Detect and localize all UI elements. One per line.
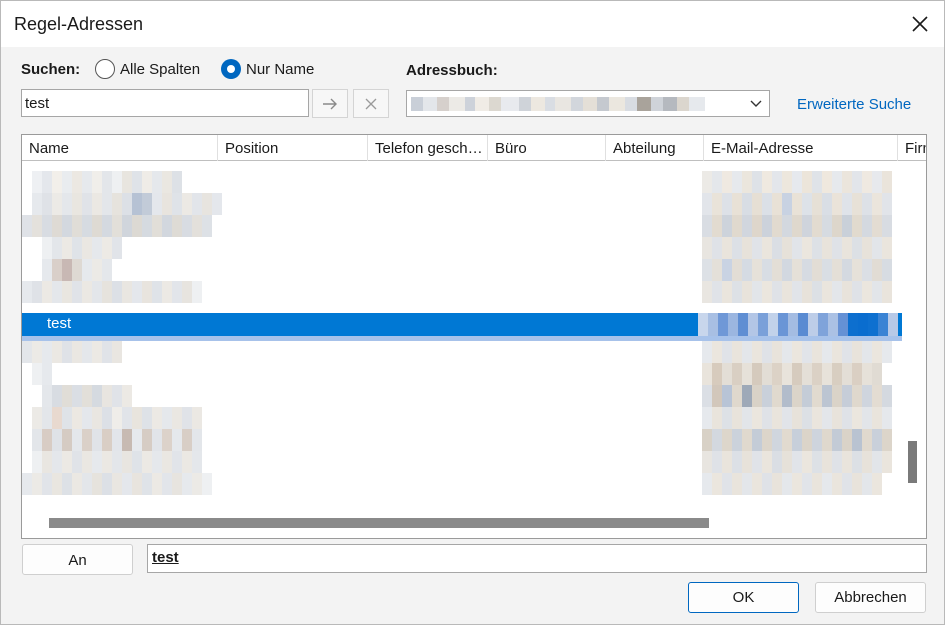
column-header-position[interactable]: Position [218,135,368,161]
list-item[interactable] [22,407,902,429]
cancel-button[interactable]: Abbrechen [815,582,926,613]
recipient-field[interactable]: test [147,544,927,573]
radio-name-only[interactable]: Nur Name [221,59,314,79]
list-item[interactable] [22,363,902,385]
list-item[interactable] [22,259,902,281]
close-button[interactable] [902,7,938,41]
search-go-button[interactable] [312,89,348,118]
column-header-email[interactable]: E-Mail-Adresse [704,135,898,161]
list-rows: test [22,171,902,507]
column-header-phone[interactable]: Telefon gesch… [368,135,488,161]
results-list[interactable]: Name Position Telefon gesch… Büro Abteil… [21,134,927,539]
radio-circle-icon [95,59,115,79]
selected-row-name: test [47,315,72,332]
list-item[interactable] [22,193,902,215]
list-item[interactable] [22,473,902,495]
column-header-office[interactable]: Büro [488,135,606,161]
list-item[interactable] [22,341,902,363]
close-icon [912,16,928,32]
recipient-value[interactable]: test [152,549,179,566]
addressbook-dropdown[interactable] [406,90,770,117]
addressbook-value-redacted [411,97,741,111]
radio-name-only-label: Nur Name [246,60,315,78]
list-item[interactable] [22,171,902,193]
list-item[interactable] [22,385,902,407]
list-item[interactable] [22,451,902,473]
list-header: Name Position Telefon gesch… Büro Abteil… [22,135,926,161]
list-item[interactable] [22,429,902,451]
list-item[interactable] [22,281,902,303]
dialog-window: Regel-Adressen Suchen: Alle Spalten Nur … [0,0,945,625]
list-item[interactable] [22,215,902,237]
chevron-down-icon [750,100,762,107]
search-label: Suchen: [21,61,81,78]
dialog-title: Regel-Adressen [14,14,144,34]
title-bar: Regel-Adressen [1,1,944,47]
list-item[interactable] [22,237,902,259]
list-item-selected[interactable]: test [22,313,902,336]
to-button[interactable]: An [22,544,133,575]
clear-icon [365,98,377,109]
ok-button[interactable]: OK [688,582,799,613]
column-header-department[interactable]: Abteilung [606,135,704,161]
column-header-name[interactable]: Name [22,135,218,161]
vertical-scrollbar-thumb[interactable] [908,441,917,483]
arrow-right-icon [323,98,337,109]
column-header-company[interactable]: Firm [898,135,926,161]
radio-checked-icon [221,59,241,79]
addressbook-label: Adressbuch: [406,62,498,79]
radio-all-columns-label: Alle Spalten [120,60,201,78]
radio-all-columns[interactable]: Alle Spalten [95,59,200,79]
horizontal-scrollbar-thumb[interactable] [49,518,709,528]
search-input[interactable] [21,89,309,117]
advanced-search-link[interactable]: Erweiterte Suche [797,96,911,113]
clear-search-button[interactable] [353,89,389,118]
